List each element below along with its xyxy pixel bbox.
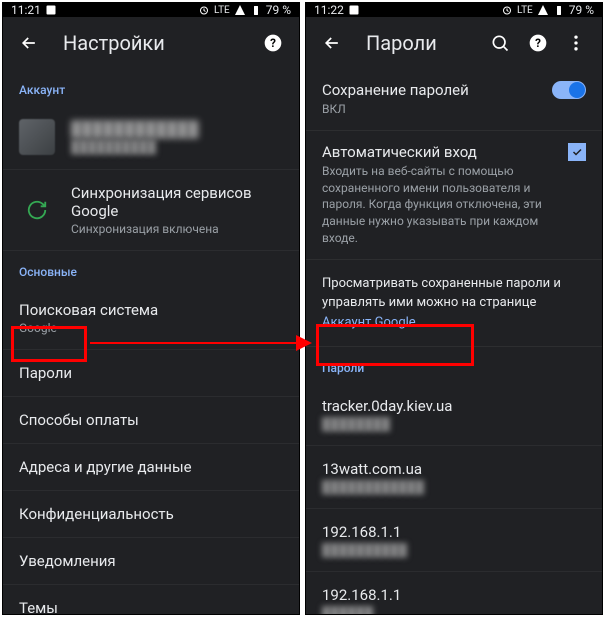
entry-user: ██████: [322, 606, 586, 615]
row-label: Конфиденциальность: [19, 505, 283, 523]
save-passwords-row[interactable]: Сохранение паролей ВКЛ: [306, 69, 602, 131]
row-addresses[interactable]: Адреса и другие данные: [3, 444, 299, 491]
row-notifications[interactable]: Уведомления: [3, 538, 299, 585]
search-icon[interactable]: [490, 33, 510, 53]
save-passwords-toggle[interactable]: [552, 81, 586, 99]
status-time: 11:22: [314, 3, 344, 17]
sync-icon: [19, 192, 55, 228]
account-row[interactable]: ████████████ ██████████: [3, 105, 299, 170]
password-entry[interactable]: tracker.0day.kiev.ua ████████: [306, 383, 602, 446]
entry-site: 192.168.1.1: [322, 586, 586, 604]
sync-row[interactable]: Синхронизация сервисов Google Синхрониза…: [3, 170, 299, 251]
alarm-icon: [501, 4, 513, 16]
auto-signin-checkbox[interactable]: [568, 143, 586, 161]
entry-user: ████████: [322, 417, 586, 431]
appbar: Настройки ?: [3, 17, 299, 69]
row-privacy[interactable]: Конфиденциальность: [3, 491, 299, 538]
page-title: Настройки: [63, 31, 239, 55]
setting-sub: Входить на веб-сайты с помощью сохраненн…: [322, 163, 556, 247]
setting-sub: ВКЛ: [322, 101, 540, 118]
entry-site: tracker.0day.kiev.ua: [322, 397, 586, 415]
row-search-engine[interactable]: Поисковая система Google: [3, 287, 299, 350]
appbar: Пароли ?: [306, 17, 602, 69]
alarm-icon: [198, 4, 210, 16]
status-bar: 11:21 LTE 79 %: [3, 3, 299, 17]
overflow-icon[interactable]: [566, 33, 586, 53]
battery-icon: [250, 4, 262, 16]
setting-title: Сохранение паролей: [322, 81, 540, 99]
row-sub: Google: [19, 321, 283, 335]
back-icon[interactable]: [19, 33, 39, 53]
password-entry[interactable]: 192.168.1.1 ██████████: [306, 509, 602, 572]
row-passwords[interactable]: Пароли: [3, 350, 299, 397]
password-entry[interactable]: 192.168.1.1 ██████: [306, 572, 602, 615]
status-network: LTE: [214, 5, 230, 16]
account-name: ████████████: [71, 120, 283, 138]
section-passwords: Пароли: [306, 347, 602, 383]
signal-icon: [234, 4, 246, 16]
entry-site: 192.168.1.1: [322, 523, 586, 541]
manage-passwords-note: Просматривать сохраненные пароли и управ…: [306, 260, 602, 348]
avatar: [19, 119, 55, 155]
sync-sub: Синхронизация включена: [71, 222, 283, 236]
section-account: Аккаунт: [3, 69, 299, 105]
svg-text:?: ?: [535, 36, 541, 50]
row-label: Поисковая система: [19, 301, 283, 319]
google-account-link[interactable]: Аккаунт Google: [322, 315, 416, 330]
account-email: ██████████: [71, 140, 283, 154]
battery-icon: [553, 4, 565, 16]
status-bar: 11:22 LTE 79 %: [306, 3, 602, 17]
phone-left: 11:21 LTE 79 % Настройки ? Аккаунт █████…: [2, 2, 300, 615]
help-icon[interactable]: ?: [263, 33, 283, 53]
entry-site: 13watt.com.ua: [322, 460, 586, 478]
back-icon[interactable]: [322, 33, 342, 53]
row-label: Уведомления: [19, 552, 283, 570]
row-label: Пароли: [19, 364, 283, 382]
status-network: LTE: [517, 5, 533, 16]
svg-text:?: ?: [270, 36, 276, 50]
status-battery: 79 %: [569, 3, 594, 17]
entry-user: ████████████: [322, 480, 586, 494]
row-label: Адреса и другие данные: [19, 458, 283, 476]
note-text: Просматривать сохраненные пароли и управ…: [322, 276, 561, 311]
password-entry[interactable]: 13watt.com.ua ████████████: [306, 446, 602, 509]
entry-user: ██████████: [322, 543, 586, 557]
help-icon[interactable]: ?: [528, 33, 548, 53]
status-battery: 79 %: [266, 3, 291, 17]
signal-icon: [537, 4, 549, 16]
sync-title: Синхронизация сервисов Google: [71, 184, 283, 220]
status-time: 11:21: [11, 3, 41, 17]
page-title: Пароли: [366, 31, 466, 55]
row-label: Темы: [19, 599, 283, 615]
phone-right: 11:22 LTE 79 % Пароли ? Сохранение парол…: [305, 2, 603, 615]
row-label: Способы оплаты: [19, 411, 283, 429]
setting-title: Автоматический вход: [322, 143, 556, 161]
auto-signin-row[interactable]: Автоматический вход Входить на веб-сайты…: [306, 131, 602, 260]
section-main: Основные: [3, 251, 299, 287]
row-themes[interactable]: Темы: [3, 585, 299, 615]
row-payments[interactable]: Способы оплаты: [3, 397, 299, 444]
